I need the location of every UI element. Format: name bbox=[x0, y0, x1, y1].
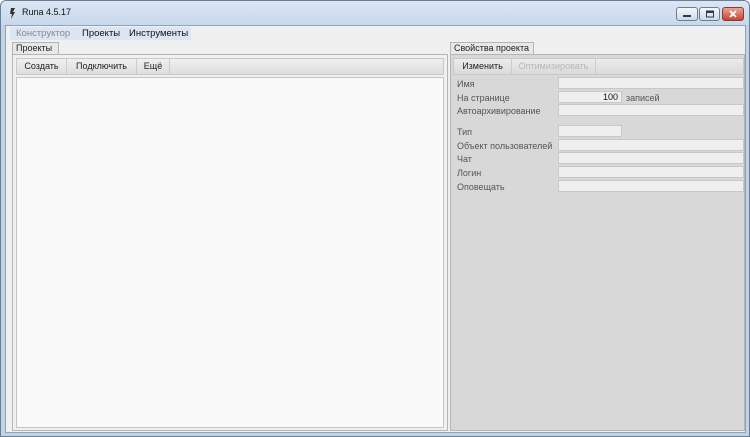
projects-panel: Создать Подключить Ещё bbox=[12, 54, 448, 431]
chat-label: Чат bbox=[457, 154, 472, 164]
autoarchive-label: Автоархивирование bbox=[457, 106, 541, 116]
close-button[interactable] bbox=[722, 7, 744, 21]
name-field[interactable] bbox=[558, 77, 744, 89]
chat-field[interactable] bbox=[558, 152, 744, 164]
tab-projects[interactable]: Проекты bbox=[12, 42, 59, 54]
name-label: Имя bbox=[457, 79, 475, 89]
close-icon bbox=[729, 10, 737, 18]
menu-bar-strip: Конструктор Проекты Инструменты bbox=[10, 27, 191, 40]
projects-toolbar: Создать Подключить Ещё bbox=[16, 58, 444, 75]
maximize-icon bbox=[705, 10, 714, 18]
minimize-button[interactable] bbox=[676, 7, 698, 21]
per-page-field[interactable]: 100 bbox=[558, 91, 622, 103]
per-page-label: На странице bbox=[457, 93, 510, 103]
type-label: Тип bbox=[457, 127, 473, 137]
client-area: Конструктор Проекты Инструменты Проекты … bbox=[5, 25, 746, 433]
autoarchive-field[interactable] bbox=[558, 104, 744, 116]
notify-field[interactable] bbox=[558, 180, 744, 192]
type-field[interactable] bbox=[558, 125, 622, 137]
minimize-icon bbox=[683, 15, 691, 17]
menu-constructor[interactable]: Конструктор bbox=[16, 28, 70, 39]
menu-bar: Конструктор Проекты Инструменты bbox=[6, 26, 745, 42]
login-label: Логин bbox=[457, 168, 482, 178]
menu-tools[interactable]: Инструменты bbox=[129, 28, 188, 39]
per-page-suffix: записей bbox=[626, 93, 660, 103]
connect-button[interactable]: Подключить bbox=[67, 59, 137, 74]
project-properties-panel: Изменить Оптимизировать Имя На странице … bbox=[450, 54, 745, 431]
window-title: Runa 4.5.17 bbox=[22, 7, 72, 17]
user-object-label: Объект пользователей bbox=[457, 141, 553, 151]
login-field[interactable] bbox=[558, 166, 744, 178]
menu-projects[interactable]: Проекты bbox=[82, 28, 120, 39]
properties-toolbar: Изменить Оптимизировать bbox=[453, 58, 744, 75]
optimize-button[interactable]: Оптимизировать bbox=[512, 59, 596, 74]
tab-project-properties[interactable]: Свойства проекта bbox=[450, 42, 534, 54]
app-logo-icon bbox=[10, 8, 15, 19]
user-object-field[interactable] bbox=[558, 139, 744, 151]
title-bar[interactable]: Runa 4.5.17 bbox=[1, 1, 749, 25]
create-button[interactable]: Создать bbox=[17, 59, 67, 74]
edit-button[interactable]: Изменить bbox=[454, 59, 512, 74]
notify-label: Оповещать bbox=[457, 182, 505, 192]
more-button[interactable]: Ещё bbox=[137, 59, 170, 74]
maximize-button[interactable] bbox=[699, 7, 720, 21]
app-window: Runa 4.5.17 Конструктор Проекты Инструме… bbox=[0, 0, 750, 437]
projects-list[interactable] bbox=[16, 77, 444, 428]
